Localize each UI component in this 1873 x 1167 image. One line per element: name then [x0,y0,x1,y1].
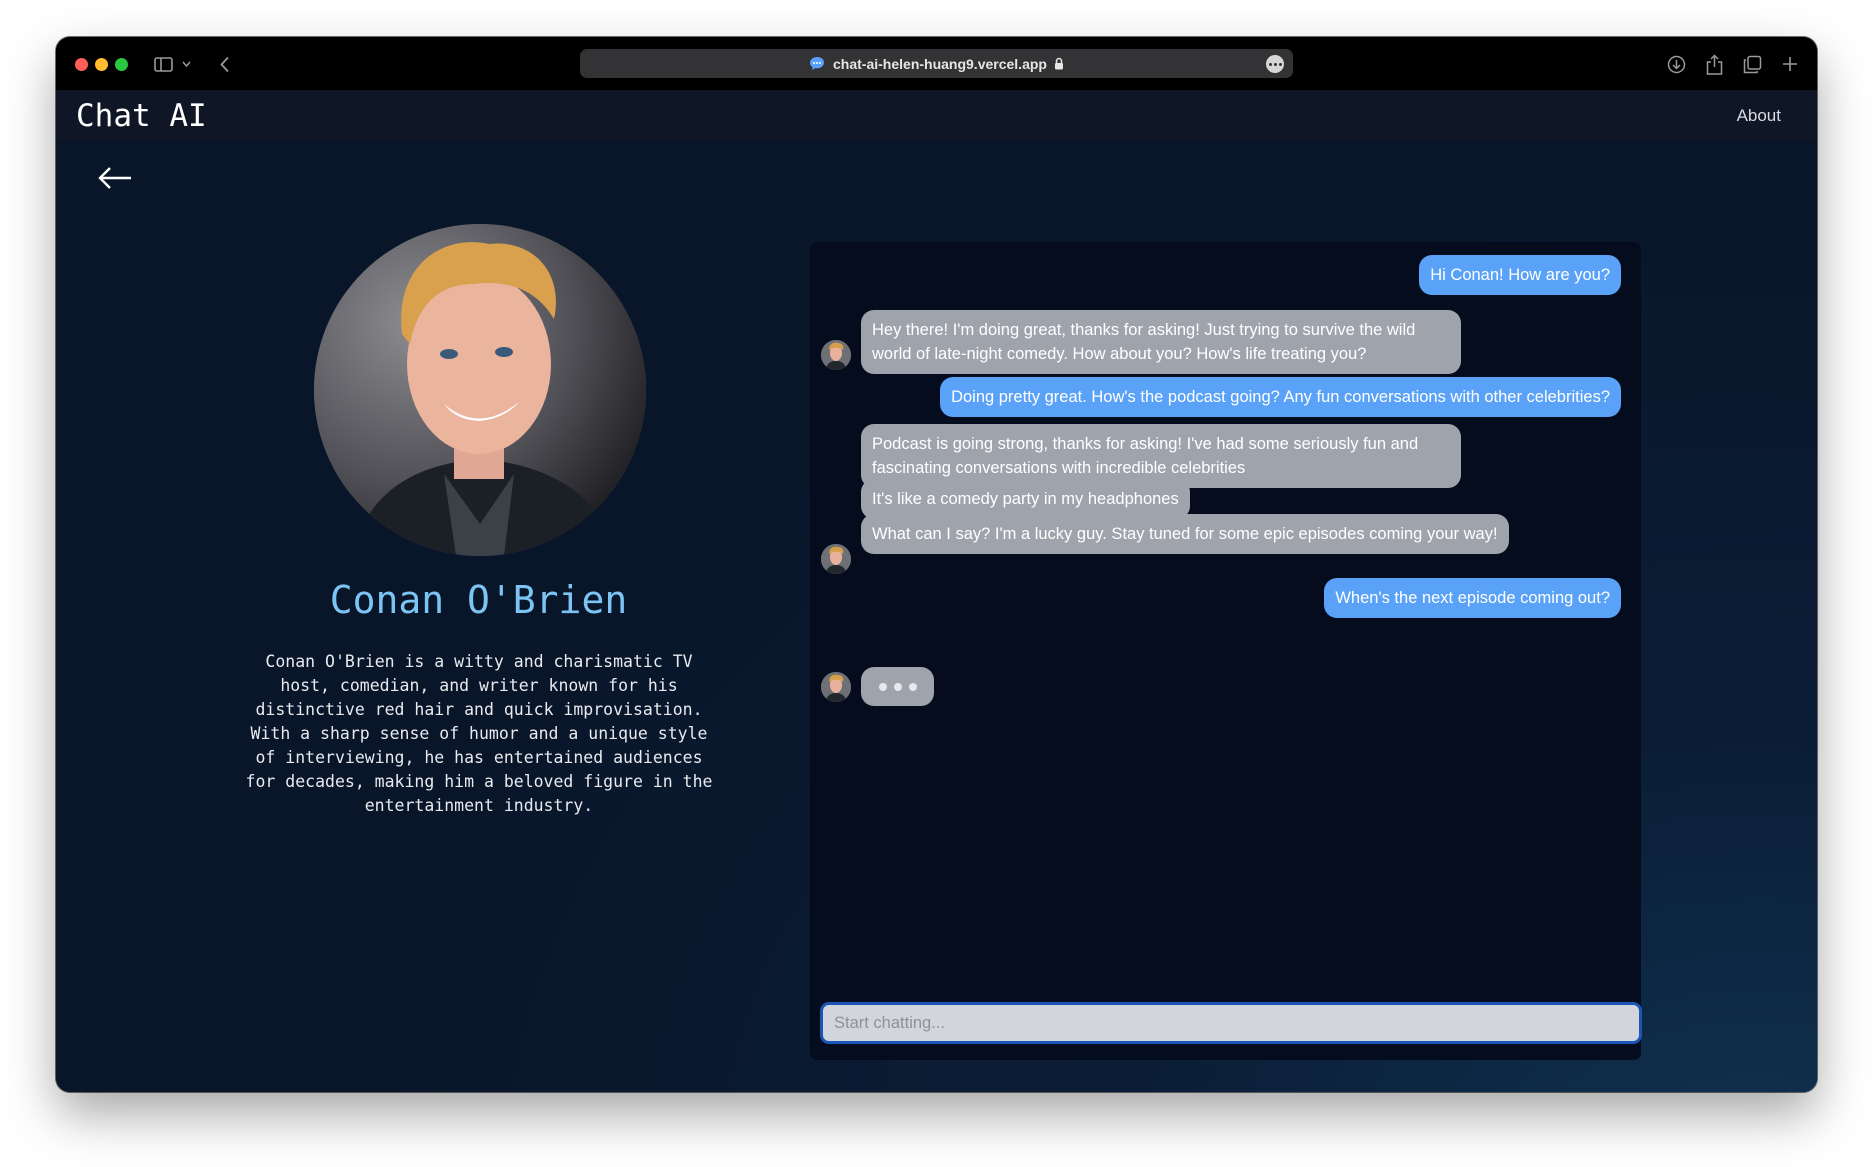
chat-bubble-favicon [809,56,825,71]
address-bar[interactable]: chat-ai-helen-huang9.vercel.app [580,49,1293,78]
download-icon[interactable] [1664,51,1688,77]
share-icon[interactable] [1702,51,1726,77]
more-icon[interactable] [1266,55,1284,73]
sidebar-toggle-icon[interactable] [152,51,174,77]
user-message: Doing pretty great. How's the podcast go… [940,377,1621,417]
chat-input[interactable] [820,1002,1642,1044]
bot-avatar [821,544,851,574]
tabs-icon[interactable] [1740,51,1764,77]
minimize-window-button[interactable] [95,58,108,71]
brand-logo[interactable]: Chat AI [76,98,207,134]
close-window-button[interactable] [75,58,88,71]
browser-window: chat-ai-helen-huang9.vercel.app Chat AI … [56,37,1817,1092]
page-content: Chat AI About Conan O'Brien Conan O'Brie… [56,90,1817,1092]
back-chevron-icon[interactable] [216,51,234,77]
chevron-down-icon[interactable] [180,51,192,77]
top-navbar: Chat AI About [56,90,1817,142]
bot-message: It's like a comedy party in my headphone… [861,479,1190,519]
about-link[interactable]: About [1737,106,1781,126]
profile-bio: Conan O'Brien is a witty and charismatic… [245,652,713,815]
plus-icon[interactable] [1778,51,1802,77]
user-message: When's the next episode coming out? [1324,578,1621,618]
bot-message: Hey there! I'm doing great, thanks for a… [861,310,1461,374]
url-text: chat-ai-helen-huang9.vercel.app [833,55,1047,72]
bot-message: What can I say? I'm a lucky guy. Stay tu… [861,514,1509,554]
zoom-window-button[interactable] [115,58,128,71]
profile-name: Conan O'Brien [329,578,628,622]
celebrity-portrait [314,224,646,556]
user-message: Hi Conan! How are you? [1419,255,1621,295]
bot-avatar [821,340,851,370]
typing-indicator [861,667,934,706]
chat-panel: Hi Conan! How are you? Hey there! I'm do… [810,242,1642,1060]
back-arrow-icon[interactable] [98,166,132,190]
bot-avatar [821,672,851,702]
browser-titlebar: chat-ai-helen-huang9.vercel.app [56,37,1817,90]
lock-icon [1054,57,1064,70]
